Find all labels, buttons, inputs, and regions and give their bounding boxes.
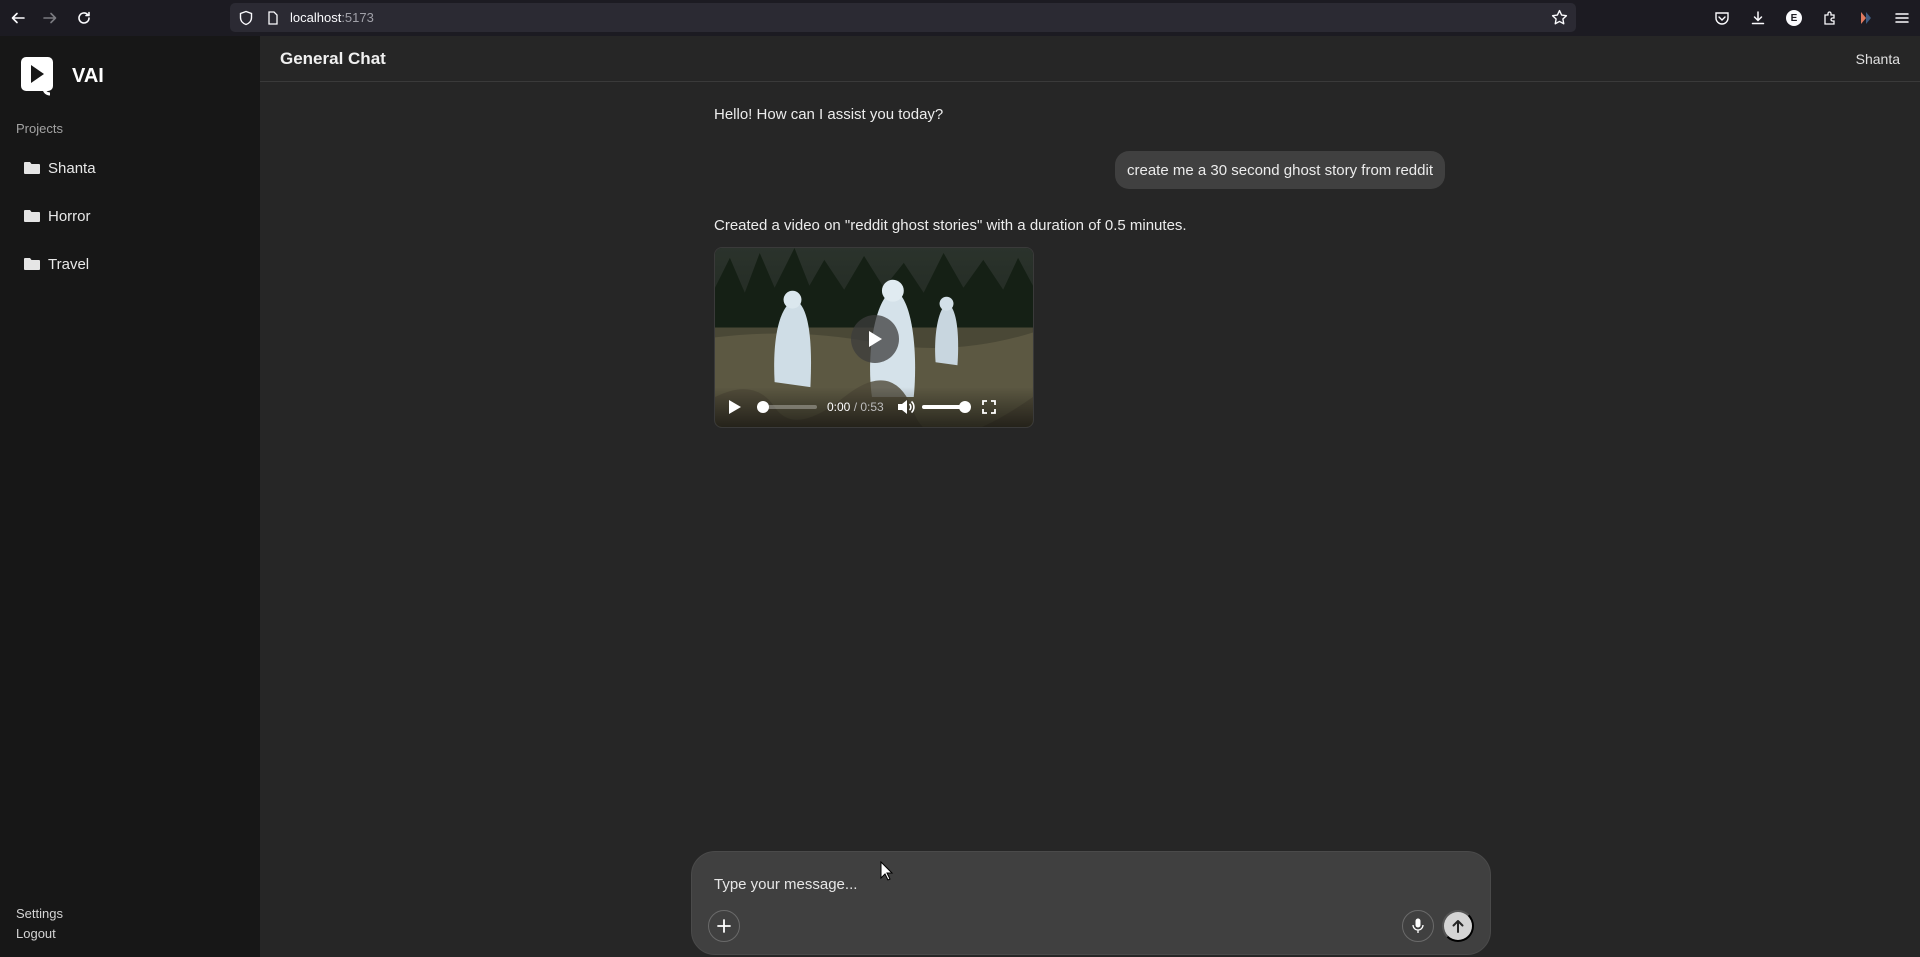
reload-icon	[78, 11, 90, 24]
big-play-button[interactable]	[851, 315, 899, 363]
folder-icon	[24, 162, 40, 174]
pocket-icon	[1715, 12, 1729, 25]
mute-button[interactable]	[896, 397, 916, 417]
puzzle-icon	[1824, 11, 1835, 25]
settings-link[interactable]: Settings	[16, 904, 63, 924]
chat-main: General Chat Shanta Hello! How can I ass…	[260, 36, 1920, 957]
mouse-cursor-icon	[880, 861, 894, 881]
fullscreen-button[interactable]	[980, 398, 998, 416]
page-title: General Chat	[280, 48, 386, 68]
project-list: Shanta Horror Travel	[16, 144, 244, 288]
folder-icon	[24, 210, 40, 222]
colored-extension-icon	[1861, 12, 1871, 24]
account-extension-button[interactable]: E	[1776, 0, 1812, 36]
plus-icon	[717, 919, 731, 933]
project-item-travel[interactable]: Travel	[16, 240, 244, 288]
folder-icon	[24, 258, 40, 270]
back-button[interactable]	[0, 0, 36, 36]
play-icon	[729, 400, 741, 414]
project-item-shanta[interactable]: Shanta	[16, 144, 244, 192]
extension-flag-button[interactable]	[1848, 0, 1884, 36]
hamburger-icon	[1895, 13, 1909, 23]
extension-e-icon: E	[1786, 10, 1802, 26]
video-player[interactable]: 0:00 / 0:53	[714, 247, 1034, 428]
sidebar-footer: Settings Logout	[16, 904, 63, 944]
user-message-bubble: create me a 30 second ghost story from r…	[1115, 151, 1445, 189]
url-text: localhost:5173	[290, 10, 374, 25]
address-bar[interactable]: localhost:5173	[230, 3, 1576, 32]
project-label: Horror	[48, 207, 91, 225]
play-button[interactable]	[725, 397, 745, 417]
volume-thumb[interactable]	[958, 401, 971, 413]
assistant-message: Created a video on "reddit ghost stories…	[714, 217, 1187, 234]
attach-button[interactable]	[708, 910, 740, 942]
volume-icon	[897, 400, 915, 414]
progress-thumb[interactable]	[757, 401, 769, 413]
brand[interactable]: VAI	[20, 56, 104, 96]
extensions-button[interactable]	[1812, 0, 1848, 36]
arrow-up-icon	[1452, 920, 1464, 933]
forward-button[interactable]	[32, 0, 68, 36]
arrow-left-icon	[11, 12, 25, 24]
microphone-icon	[1412, 918, 1424, 933]
logout-link[interactable]: Logout	[16, 924, 63, 944]
message-composer	[691, 851, 1491, 955]
bookmark-star-icon[interactable]	[1551, 9, 1568, 26]
message-input[interactable]	[714, 872, 1414, 896]
play-icon	[869, 331, 882, 347]
current-time: 0:00	[827, 400, 851, 414]
project-label: Travel	[48, 255, 90, 273]
duration: / 0:53	[850, 400, 884, 414]
pocket-button[interactable]	[1704, 0, 1740, 36]
project-label: Shanta	[48, 159, 96, 177]
progress-bar[interactable]	[757, 401, 817, 413]
assistant-message: Hello! How can I assist you today?	[714, 106, 944, 123]
time-display: 0:00 / 0:53	[827, 400, 884, 414]
vai-logo-icon	[21, 57, 53, 96]
project-item-horror[interactable]: Horror	[16, 192, 244, 240]
user-name[interactable]: Shanta	[1856, 51, 1900, 67]
projects-label: Projects	[16, 121, 63, 136]
volume-slider[interactable]	[921, 401, 971, 413]
sidebar: VAI Projects Shanta Horror Travel Settin…	[0, 36, 260, 957]
voice-input-button[interactable]	[1402, 910, 1434, 942]
fullscreen-icon	[981, 400, 996, 414]
page-icon	[268, 10, 278, 25]
shield-icon[interactable]	[238, 10, 254, 26]
menu-button[interactable]	[1884, 0, 1920, 36]
downloads-button[interactable]	[1740, 0, 1776, 36]
brand-name: VAI	[72, 64, 104, 87]
arrow-right-icon	[43, 12, 57, 24]
chat-header: General Chat Shanta	[260, 36, 1920, 82]
video-controls: 0:00 / 0:53	[715, 387, 1033, 427]
browser-toolbar-right: E	[1704, 0, 1920, 36]
download-icon	[1751, 11, 1765, 25]
send-button[interactable]	[1442, 910, 1474, 942]
browser-toolbar: localhost:5173 E	[0, 0, 1920, 36]
reload-button[interactable]	[66, 0, 102, 36]
